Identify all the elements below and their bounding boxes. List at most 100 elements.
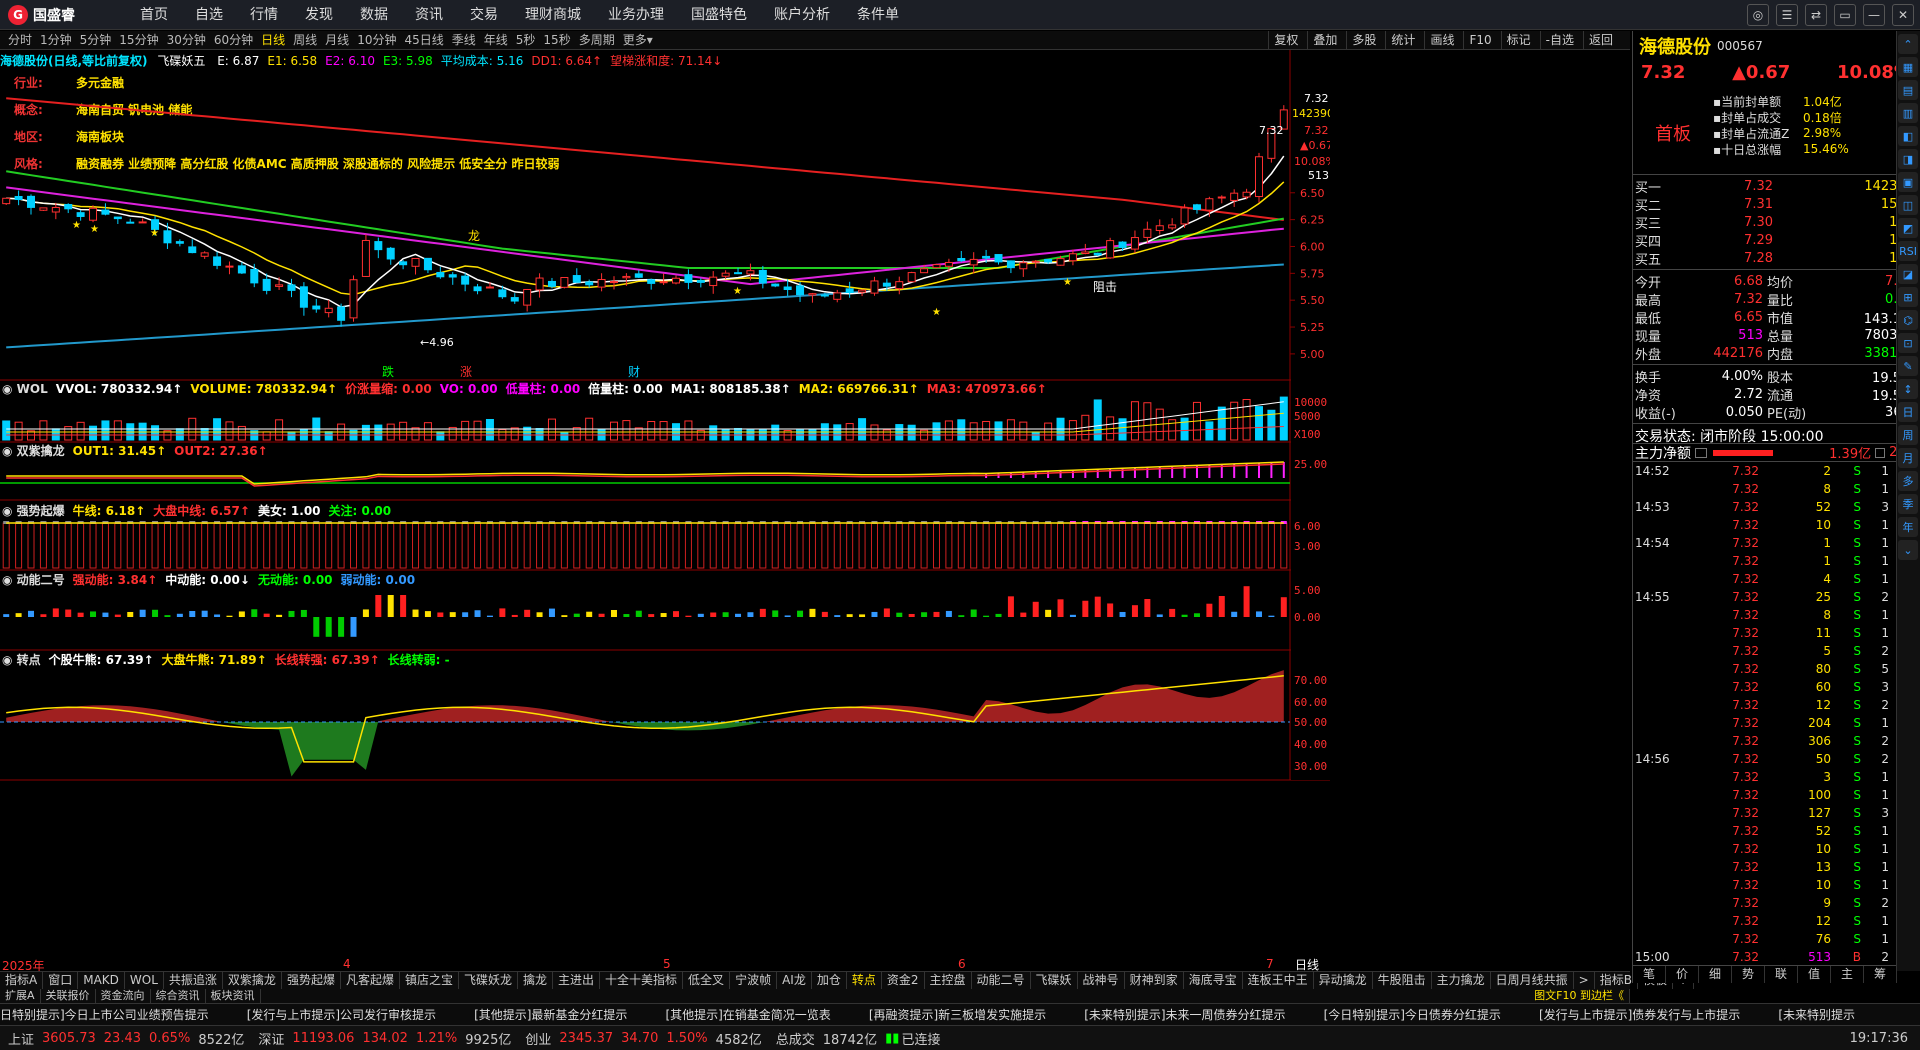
chart-tool-button[interactable]: 复权: [1268, 31, 1303, 50]
period-tab[interactable]: 更多▾: [623, 31, 653, 49]
indicator-tab[interactable]: 异动擒龙: [1314, 972, 1373, 989]
indicator-tab[interactable]: 牛股阻击: [1373, 972, 1432, 989]
period-tab[interactable]: 15分钟: [119, 31, 158, 49]
indicator-tab[interactable]: 战神号: [1078, 972, 1125, 989]
ticker-item[interactable]: [未来特别提示]未来一周债券分红提示: [1084, 1006, 1285, 1023]
sidebar-icon[interactable]: RSI: [1898, 241, 1918, 261]
ticker-item[interactable]: [发行与上市提示]公司发行审核提示: [247, 1006, 436, 1023]
menu-item[interactable]: 行情: [250, 0, 278, 30]
sidebar-icon[interactable]: 周: [1898, 425, 1918, 445]
sidebar-icon[interactable]: ◪: [1898, 264, 1918, 284]
window-control-icon[interactable]: ◎: [1747, 4, 1769, 26]
sidebar-icon[interactable]: ▦: [1898, 57, 1918, 77]
pane-title[interactable]: ◉ 强势起爆: [2, 504, 65, 518]
indicator-tab[interactable]: 财神到家: [1125, 972, 1184, 989]
period-tab[interactable]: 5秒: [516, 31, 536, 49]
indicator-tab[interactable]: 日周月线共振: [1491, 972, 1574, 989]
quote-tab[interactable]: 主: [1831, 966, 1864, 983]
sidebar-icon[interactable]: ⌃: [1898, 34, 1918, 54]
menu-item[interactable]: 国盛特色: [691, 0, 747, 30]
tick-list[interactable]: 14:52 7.32 2 S 1 7.32 8 S 1 14:53 7.32 52 S 3 7.32 10 S 1…: [1633, 462, 1920, 966]
indicator-tab[interactable]: 飞碟妖: [1031, 972, 1078, 989]
period-tab[interactable]: 日线: [261, 31, 285, 49]
period-tab[interactable]: 周线: [293, 31, 317, 49]
news-ticker[interactable]: 日特别提示]今日上市公司业绩预告提示 [发行与上市提示]公司发行审核提示 [其他提示…: [0, 1003, 1920, 1025]
window-control-icon[interactable]: ☰: [1776, 4, 1798, 26]
chart-tool-button[interactable]: 多股: [1346, 31, 1381, 50]
quote-tab[interactable]: 筹: [1864, 966, 1897, 983]
period-tab[interactable]: 45日线: [404, 31, 443, 49]
indicator-tab[interactable]: 指标A: [0, 972, 44, 989]
period-tab[interactable]: 15秒: [543, 31, 570, 49]
indicator-tab[interactable]: WOL: [125, 972, 164, 989]
sidebar-icon[interactable]: 月: [1898, 448, 1918, 468]
menu-item[interactable]: 数据: [360, 0, 388, 30]
period-tab[interactable]: 10分钟: [357, 31, 396, 49]
indicator-tab[interactable]: 转点: [847, 972, 882, 989]
indicator-tab[interactable]: 擒龙: [518, 972, 554, 989]
bid-row[interactable]: 买二7.311582: [1633, 195, 1920, 214]
ticker-item[interactable]: [其他提示]最新基金分红提示: [474, 1006, 627, 1023]
indicator-tab[interactable]: 资金2: [882, 972, 925, 989]
f10-link[interactable]: 图文F10 到边栏《: [1529, 989, 1630, 1003]
sidebar-icon[interactable]: 年: [1898, 517, 1918, 537]
indicator-tab[interactable]: 强势起爆: [282, 972, 341, 989]
bid-row[interactable]: 买一 7.32 142390: [1633, 177, 1920, 196]
ticker-item[interactable]: [再融资提示]新三板增发实施提示: [869, 1006, 1046, 1023]
sidebar-icon[interactable]: ▣: [1898, 172, 1918, 192]
period-tab[interactable]: 60分钟: [214, 31, 253, 49]
window-control-icon[interactable]: ▭: [1834, 4, 1856, 26]
period-tab[interactable]: 季线: [452, 31, 476, 49]
window-control-icon[interactable]: —: [1863, 4, 1885, 26]
sidebar-icon[interactable]: ⌄: [1898, 540, 1918, 560]
sidebar-icon[interactable]: ↕: [1898, 379, 1918, 399]
quote-tab[interactable]: 细: [1699, 966, 1732, 983]
quote-tab[interactable]: 联: [1765, 966, 1798, 983]
pane-title[interactable]: ◉ 双紫擒龙: [2, 444, 65, 458]
chart-tool-button[interactable]: 叠加: [1307, 31, 1342, 50]
indicator-tab[interactable]: 主力擒龙: [1432, 972, 1491, 989]
info-tab[interactable]: 资金流向: [96, 989, 151, 1003]
bid-row[interactable]: 买四7.29119: [1633, 231, 1920, 250]
indicator-tab[interactable]: 共振追涨: [164, 972, 223, 989]
chart-tool-button[interactable]: F10: [1463, 31, 1496, 50]
period-tab[interactable]: 1分钟: [40, 31, 72, 49]
chart-tool-button[interactable]: 返回: [1582, 31, 1618, 50]
chart-tool-button[interactable]: 画线: [1424, 31, 1459, 50]
chart-tool-button[interactable]: 标记: [1500, 31, 1536, 50]
sidebar-icon[interactable]: ⊡: [1898, 333, 1918, 353]
info-tab[interactable]: 关联报价: [41, 989, 96, 1003]
sidebar-icon[interactable]: ◫: [1898, 195, 1918, 215]
indicator-tab[interactable]: 凡客起爆: [341, 972, 400, 989]
info-tab[interactable]: 综合资讯: [151, 989, 206, 1003]
chart-tool-button[interactable]: 统计: [1385, 31, 1420, 50]
indicator-tab[interactable]: 宁波帧: [730, 972, 778, 989]
ticker-item[interactable]: [今日特别提示]今日债券分红提示: [1324, 1006, 1501, 1023]
sidebar-icon[interactable]: 多: [1898, 471, 1918, 491]
period-tab[interactable]: 30分钟: [167, 31, 206, 49]
sidebar-icon[interactable]: ◩: [1898, 218, 1918, 238]
indicator-tab[interactable]: 十全十美指标: [600, 972, 684, 989]
indicator-tab[interactable]: 动能二号: [972, 972, 1031, 989]
period-tab[interactable]: 多周期: [579, 31, 615, 49]
indicator-tab[interactable]: >: [1574, 972, 1595, 989]
window-control-icon[interactable]: ✕: [1892, 4, 1914, 26]
sidebar-icon[interactable]: ▤: [1898, 80, 1918, 100]
quote-tab[interactable]: 势: [1732, 966, 1765, 983]
indicator-tab[interactable]: 主进出: [553, 972, 601, 989]
menu-item[interactable]: 发现: [305, 0, 333, 30]
sidebar-icon[interactable]: 日: [1898, 402, 1918, 422]
info-tab[interactable]: 板块资讯: [206, 989, 261, 1003]
menu-item[interactable]: 资讯: [415, 0, 443, 30]
quote-tab[interactable]: 价: [1666, 966, 1699, 983]
quote-tab[interactable]: 值: [1798, 966, 1831, 983]
menu-item[interactable]: 交易: [470, 0, 498, 30]
menu-item[interactable]: 账户分析: [774, 0, 830, 30]
indicator-tab[interactable]: AI龙: [777, 972, 812, 989]
indicator-tab[interactable]: 低全叉: [683, 972, 731, 989]
pane-title[interactable]: ◉ 动能二号: [2, 573, 65, 587]
menu-item[interactable]: 首页: [140, 0, 168, 30]
menu-item[interactable]: 自选: [195, 0, 223, 30]
indicator-tab[interactable]: 窗口: [43, 972, 79, 989]
period-tab[interactable]: 分时: [8, 31, 32, 49]
